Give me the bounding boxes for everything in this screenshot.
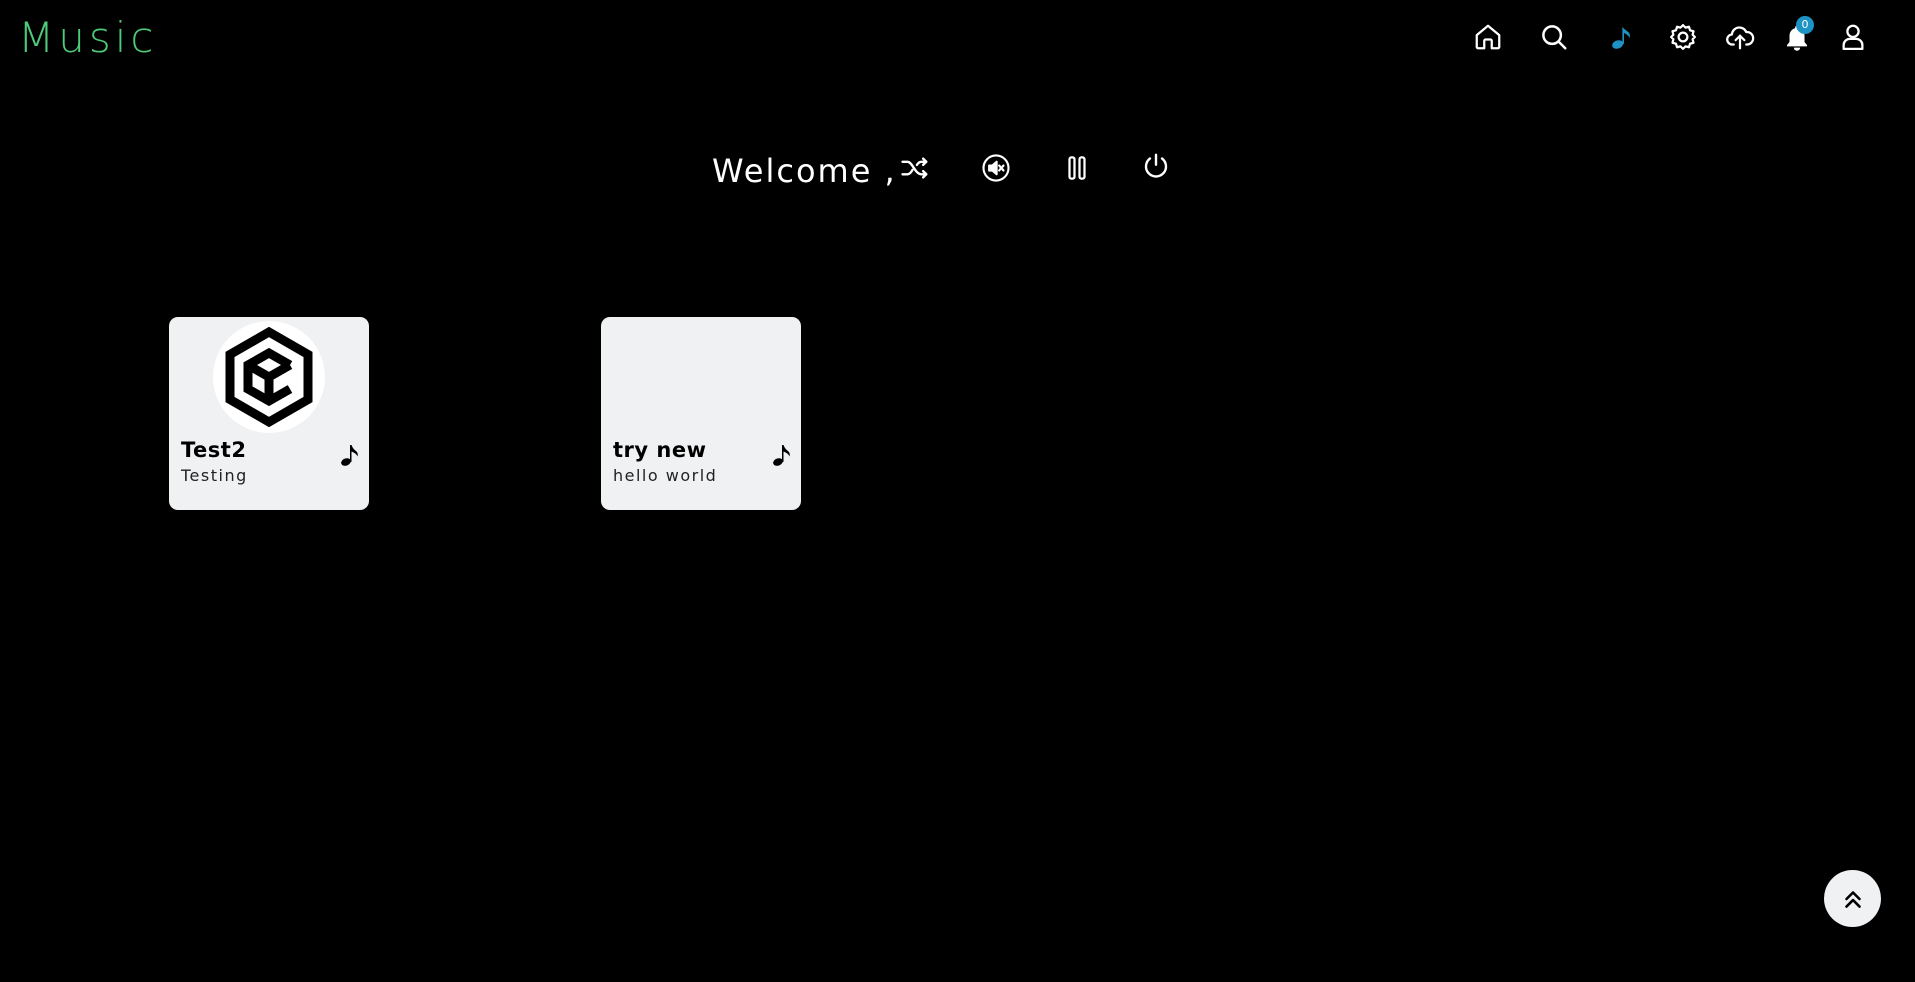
nav-upload-button[interactable] xyxy=(1722,19,1758,55)
scroll-to-top-button[interactable] xyxy=(1824,870,1881,927)
gear-icon xyxy=(1670,24,1696,50)
nav-settings-button[interactable] xyxy=(1665,19,1701,55)
pause-icon xyxy=(1068,156,1086,180)
app-logo[interactable]: Music xyxy=(18,12,158,64)
mute-icon xyxy=(982,154,1010,182)
track-card[interactable]: try new hello world xyxy=(601,317,801,510)
cube-logo-icon xyxy=(225,327,313,427)
welcome-text: Welcome , xyxy=(712,152,897,190)
track-card[interactable]: Test2 Testing xyxy=(169,317,369,510)
nav-search-button[interactable] xyxy=(1536,19,1572,55)
pause-button[interactable] xyxy=(1059,150,1095,186)
track-title: Test2 xyxy=(181,438,247,462)
track-subtitle: hello world xyxy=(613,466,718,485)
track-title: try new xyxy=(613,438,707,462)
music-note-icon xyxy=(1612,27,1630,49)
home-icon xyxy=(1475,24,1501,50)
shuffle-icon xyxy=(901,157,928,179)
search-icon xyxy=(1542,25,1567,50)
double-chevron-up-icon xyxy=(1844,890,1861,908)
power-icon xyxy=(1144,153,1168,178)
track-subtitle: Testing xyxy=(181,466,248,485)
music-note-icon xyxy=(773,445,790,466)
mute-button[interactable] xyxy=(978,150,1014,186)
notification-badge: 0 xyxy=(1796,16,1814,34)
music-note-icon xyxy=(341,445,358,466)
nav-notifications-button[interactable]: 0 xyxy=(1779,16,1815,55)
user-icon xyxy=(1842,24,1864,50)
nav-music-button[interactable] xyxy=(1604,19,1640,55)
power-button[interactable] xyxy=(1138,148,1174,184)
shuffle-button[interactable] xyxy=(897,150,933,186)
cloud-upload-icon xyxy=(1726,26,1755,50)
nav-profile-button[interactable] xyxy=(1835,19,1871,55)
app-root: Music 0 Welcome , Test2 Testing try new … xyxy=(0,0,1915,982)
track-artwork xyxy=(213,321,325,433)
nav-home-button[interactable] xyxy=(1470,19,1506,55)
